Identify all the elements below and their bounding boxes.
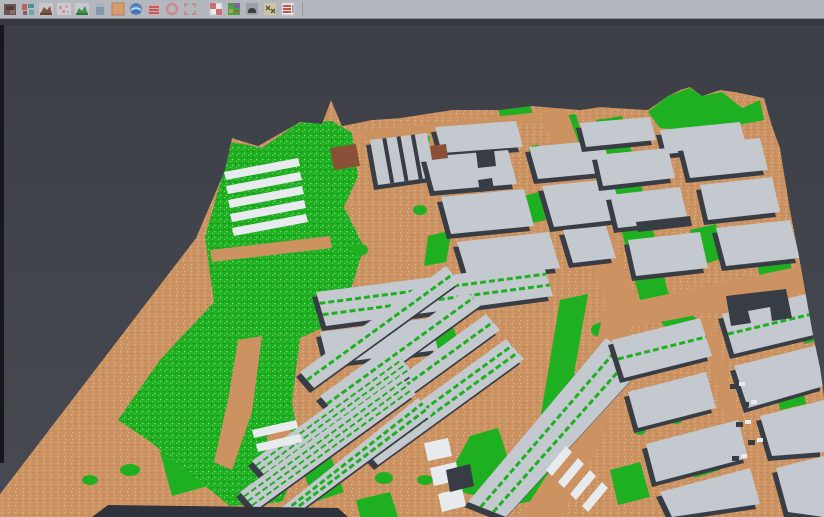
bare-soil-patch bbox=[330, 144, 360, 170]
toolbar-button-selection-red[interactable] bbox=[182, 1, 198, 17]
transform-icon bbox=[20, 1, 36, 17]
toolbar-button-list-red[interactable] bbox=[146, 1, 162, 17]
classification-map-icon bbox=[226, 1, 242, 17]
viewport-left-gutter bbox=[0, 25, 4, 463]
car-row-light bbox=[757, 438, 763, 442]
toolbar-button-terrain-brown[interactable] bbox=[38, 1, 54, 17]
dark-feature bbox=[476, 150, 496, 168]
selection-red-icon bbox=[182, 1, 198, 17]
tree-patch bbox=[375, 472, 393, 484]
building-footprint bbox=[716, 220, 800, 266]
points-pink-icon bbox=[56, 1, 72, 17]
toolbar-button-clip-box[interactable] bbox=[2, 1, 18, 17]
building-footprint bbox=[441, 189, 534, 234]
tree-patch bbox=[352, 244, 368, 256]
terrain-group bbox=[0, 87, 824, 517]
ruled-lines-icon bbox=[280, 1, 296, 17]
plane-orange-icon bbox=[110, 1, 126, 17]
car-row-light bbox=[741, 454, 747, 458]
render-viewport[interactable] bbox=[0, 25, 824, 517]
point-cloud-canvas[interactable] bbox=[0, 25, 824, 517]
slab-icon bbox=[92, 1, 108, 17]
car-row-light bbox=[745, 420, 751, 424]
dark-cloud-icon bbox=[244, 1, 260, 17]
car-row-dark bbox=[736, 422, 743, 427]
toolbar-button-transform[interactable] bbox=[20, 1, 36, 17]
toolbar-button-slab[interactable] bbox=[92, 1, 108, 17]
dark-feature bbox=[478, 178, 494, 192]
tree-patch bbox=[82, 475, 98, 485]
car-row-light bbox=[751, 400, 757, 404]
clip-box-icon bbox=[2, 1, 18, 17]
car-row-light bbox=[739, 382, 745, 386]
terrain-green-icon bbox=[74, 1, 90, 17]
ring-red-icon bbox=[164, 1, 180, 17]
checker-red-icon bbox=[208, 1, 224, 17]
toolbar bbox=[0, 0, 824, 18]
globe-icon bbox=[128, 1, 144, 17]
toolbar-button-points-pink[interactable] bbox=[56, 1, 72, 17]
toolbar-button-dark-cloud[interactable] bbox=[244, 1, 260, 17]
car-row-dark bbox=[732, 456, 739, 461]
toolbar-button-checker-red[interactable] bbox=[208, 1, 224, 17]
app-window bbox=[0, 0, 824, 517]
bare-soil-patch bbox=[430, 144, 448, 160]
toolbar-separator bbox=[302, 2, 303, 16]
tree-patch bbox=[120, 464, 140, 476]
toolbar-button-globe[interactable] bbox=[128, 1, 144, 17]
toolbar-button-terrain-green[interactable] bbox=[74, 1, 90, 17]
cross-tan-icon bbox=[262, 1, 278, 17]
toolbar-button-plane-orange[interactable] bbox=[110, 1, 126, 17]
toolbar-button-ring-red[interactable] bbox=[164, 1, 180, 17]
terrain-brown-icon bbox=[38, 1, 54, 17]
list-red-icon bbox=[146, 1, 162, 17]
toolbar-button-ruled-lines[interactable] bbox=[280, 1, 296, 17]
tree-patch bbox=[413, 205, 427, 215]
car-row-dark bbox=[742, 402, 749, 407]
car-row-dark bbox=[730, 384, 737, 389]
tree-patch bbox=[417, 475, 433, 485]
toolbar-button-classification-map[interactable] bbox=[226, 1, 242, 17]
toolbar-button-cross-tan[interactable] bbox=[262, 1, 278, 17]
car-row-dark bbox=[748, 440, 755, 445]
